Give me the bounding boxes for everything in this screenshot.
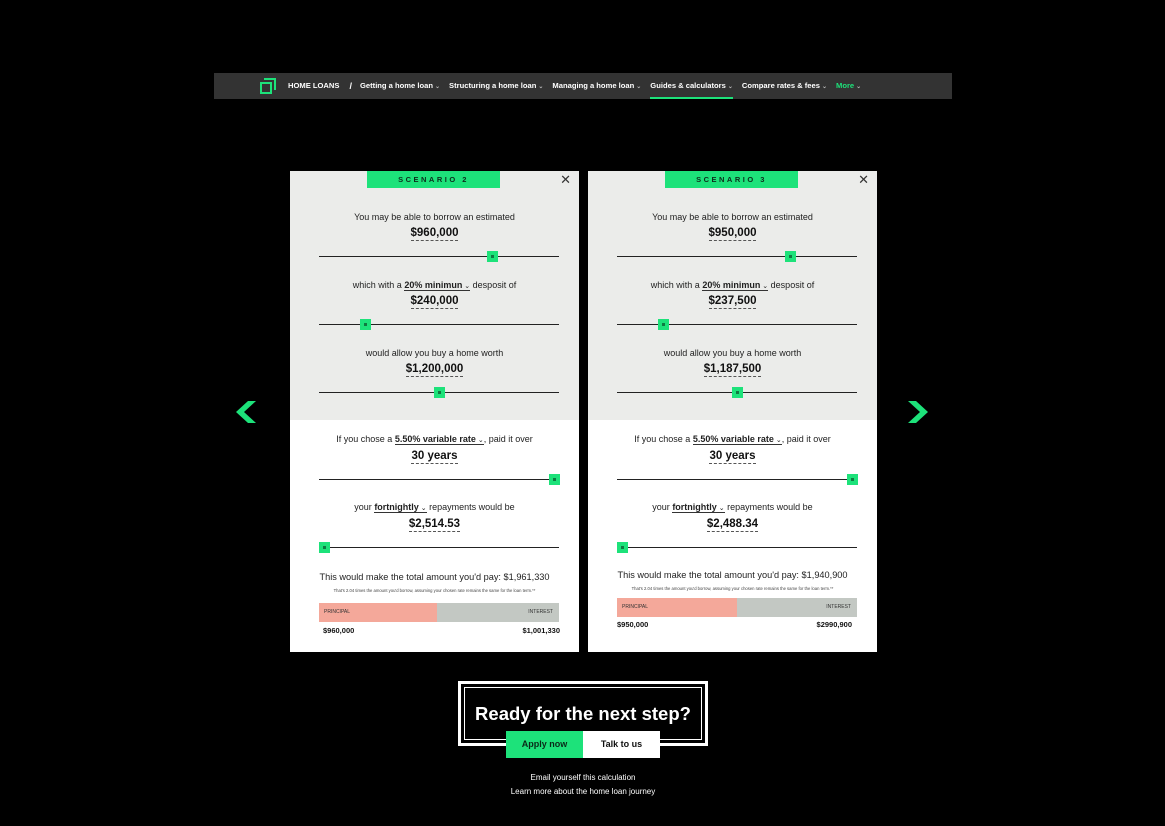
deposit-text: which with a 20% minimun desposit of (588, 280, 877, 291)
next-step-title: Ready for the next step? (475, 703, 691, 724)
term-value[interactable]: 30 years (290, 450, 579, 464)
nav-more[interactable]: More ⌄ (836, 73, 861, 99)
deposit-dropdown[interactable]: 20% minimun (404, 280, 471, 291)
interest-amount: $2990,900 (816, 620, 852, 629)
page-frame: HOME LOANS / Getting a home loan ⌄ Struct… (214, 73, 952, 826)
chevron-down-icon: ⌄ (727, 84, 733, 90)
scenario-card-2: SCENARIO 2 ✕ You may be able to borrow a… (290, 171, 579, 652)
next-scenario-button[interactable] (908, 401, 928, 425)
rate-text: If you chose a 5.50% variable rate, paid… (588, 434, 877, 445)
scenario-tag: SCENARIO 3 (665, 171, 798, 188)
slider-thumb[interactable] (486, 251, 498, 262)
repay-text: your fortnightly repayments would be (588, 502, 877, 513)
chevron-right-icon (908, 401, 928, 423)
interest-segment: INTEREST (737, 598, 857, 617)
slider-thumb[interactable] (784, 251, 796, 262)
slider-thumb[interactable] (359, 319, 371, 330)
repay-slider[interactable] (318, 542, 559, 553)
apply-now-button[interactable]: Apply now (506, 731, 583, 758)
chevron-down-icon: ⌄ (856, 84, 862, 90)
borrow-value[interactable]: $960,000 (290, 227, 579, 241)
repay-text: your fortnightly repayments would be (290, 502, 579, 513)
total-note: That's 2.04 times the amount you'd borro… (631, 586, 834, 591)
nav-compare-rates[interactable]: Compare rates & fees ⌄ (742, 73, 827, 99)
worth-text: would allow you buy a home worth (365, 348, 504, 358)
close-icon[interactable]: ✕ (560, 173, 571, 186)
interest-segment: INTEREST (436, 603, 559, 622)
worth-text: would allow you buy a home worth (663, 348, 802, 358)
slider-thumb[interactable] (616, 542, 628, 553)
nav-home-loans[interactable]: HOME LOANS (288, 73, 339, 99)
deposit-value[interactable]: $240,000 (290, 295, 579, 309)
deposit-value[interactable]: $237,500 (588, 295, 877, 309)
term-slider[interactable] (617, 474, 859, 485)
deposit-slider[interactable] (319, 319, 559, 330)
email-calculation-link[interactable]: Email yourself this calculation (214, 773, 952, 782)
rate-dropdown[interactable]: 5.50% variable rate (692, 434, 782, 445)
breadcrumb-separator: / (349, 81, 352, 91)
top-navigation: HOME LOANS / Getting a home loan ⌄ Struct… (214, 73, 952, 99)
borrow-slider[interactable] (617, 251, 857, 262)
scenario-card-3: SCENARIO 3 ✕ You may be able to borrow a… (588, 171, 877, 652)
frequency-dropdown[interactable]: fortnightly (374, 502, 427, 513)
nav-getting-home-loan[interactable]: Getting a home loan ⌄ (360, 73, 440, 99)
brand-logo[interactable] (260, 78, 276, 94)
deposit-dropdown[interactable]: 20% minimun (702, 280, 769, 291)
nav-structuring-home-loan[interactable]: Structuring a home loan ⌄ (449, 73, 543, 99)
worth-value[interactable]: $1,187,500 (588, 363, 877, 377)
repay-value[interactable]: $2,488.34 (588, 518, 877, 532)
interest-amount: $1,001,330 (522, 626, 560, 635)
scenario-tag: SCENARIO 2 (367, 171, 500, 188)
total-text: This would make the total amount you'd p… (319, 572, 550, 582)
repay-slider[interactable] (616, 542, 857, 553)
deposit-slider[interactable] (617, 319, 857, 330)
slider-thumb[interactable] (657, 319, 669, 330)
rate-dropdown[interactable]: 5.50% variable rate (394, 434, 484, 445)
rate-text: If you chose a 5.50% variable rate, paid… (290, 434, 579, 445)
chevron-down-icon: ⌄ (435, 84, 441, 90)
nav-managing-home-loan[interactable]: Managing a home loan ⌄ (552, 73, 641, 99)
borrow-text: You may be able to borrow an estimated (652, 212, 813, 222)
borrow-text: You may be able to borrow an estimated (354, 212, 515, 222)
principal-segment: PRINCIPAL (617, 598, 737, 617)
nav-guides-calculators[interactable]: Guides & calculators ⌄ (650, 73, 733, 99)
borrow-value[interactable]: $950,000 (588, 227, 877, 241)
principal-interest-bar: PRINCIPAL INTEREST (319, 603, 559, 622)
repay-value[interactable]: $2,514.53 (290, 518, 579, 532)
worth-slider[interactable] (319, 387, 559, 398)
chevron-down-icon: ⌄ (821, 84, 827, 90)
chevron-left-icon (236, 401, 256, 423)
slider-thumb[interactable] (549, 474, 561, 485)
total-note: That's 2.04 times the amount you'd borro… (333, 588, 536, 593)
slider-thumb[interactable] (434, 387, 445, 398)
frequency-dropdown[interactable]: fortnightly (672, 502, 725, 513)
term-slider[interactable] (319, 474, 561, 485)
slider-thumb[interactable] (847, 474, 859, 485)
deposit-text: which with a 20% minimun desposit of (290, 280, 579, 291)
chevron-down-icon: ⌄ (636, 84, 642, 90)
worth-slider[interactable] (617, 387, 857, 398)
borrow-slider[interactable] (319, 251, 559, 262)
principal-segment: PRINCIPAL (319, 603, 437, 622)
total-text: This would make the total amount you'd p… (617, 570, 848, 580)
principal-amount: $950,000 (617, 620, 649, 629)
slider-thumb[interactable] (732, 387, 743, 398)
learn-more-link[interactable]: Learn more about the home loan journey (214, 787, 952, 796)
slider-thumb[interactable] (318, 542, 330, 553)
term-value[interactable]: 30 years (588, 450, 877, 464)
close-icon[interactable]: ✕ (858, 173, 869, 186)
chevron-down-icon: ⌄ (538, 84, 544, 90)
talk-to-us-button[interactable]: Talk to us (583, 731, 660, 758)
principal-amount: $960,000 (323, 626, 355, 635)
principal-interest-bar: PRINCIPAL INTEREST (617, 598, 857, 617)
worth-value[interactable]: $1,200,000 (290, 363, 579, 377)
prev-scenario-button[interactable] (236, 401, 256, 425)
